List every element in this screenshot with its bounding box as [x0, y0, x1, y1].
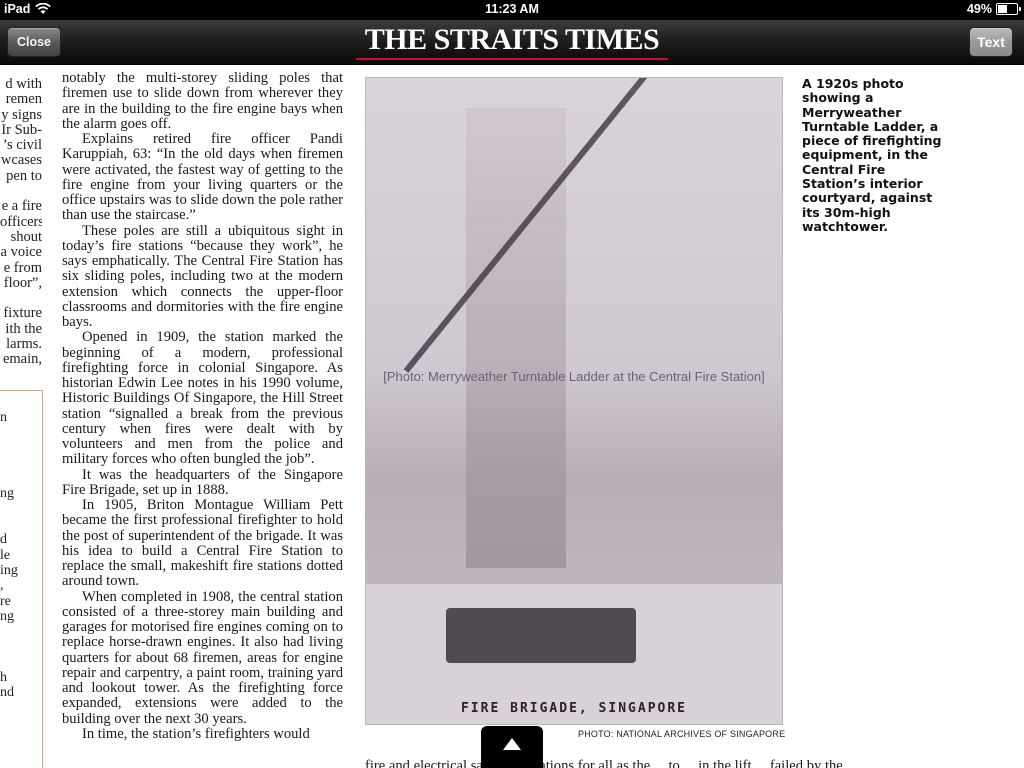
close-button[interactable]: Close [7, 27, 61, 57]
fragment-line: emain, [2, 351, 42, 368]
fragment-line: pen to [6, 167, 42, 184]
photo-tower-shape [466, 108, 566, 568]
sidebar-fragment-line: ng [0, 486, 14, 502]
article-paragraph: In 1905, Briton Montague William Pett be… [62, 497, 343, 590]
article-paragraph: These poles are still a ubiquitous sight… [62, 222, 343, 330]
sidebar-fragment-line [0, 655, 40, 670]
fragment-line: ith the [5, 320, 42, 337]
photo-placeholder-label: [Photo: Merryweather Turntable Ladder at… [383, 368, 765, 384]
article-paragraph: When completed in 1908, the central stat… [62, 588, 343, 727]
sidebar-fragment-line: , [0, 578, 4, 594]
article-paragraph: It was the headquarters of the Singapore… [62, 466, 343, 498]
fragment-line: e from [3, 259, 42, 276]
sidebar-fragment-line: le [0, 547, 11, 563]
fragment-line: y signs [1, 106, 42, 123]
sidebar-fragment-line: n [0, 410, 7, 425]
photo-caption: A 1920s photo showing a Merryweather Tur… [802, 76, 942, 234]
fragment-line: fixture [3, 305, 42, 322]
status-time: 11:23 AM [485, 2, 539, 16]
sidebar-fragment-line [0, 624, 40, 639]
fragment-line: wcases [0, 152, 42, 169]
fragment-line: officers [0, 213, 42, 230]
fragment-line: Ir Sub- [1, 121, 42, 138]
battery-percent: 49% [966, 2, 992, 16]
photo-truck-shape [446, 608, 636, 663]
fragment-line [0, 184, 42, 199]
photo-credit: PHOTO: NATIONAL ARCHIVES OF SINGAPORE [578, 729, 786, 739]
article-paragraph: notably the multi-storey sliding poles t… [62, 70, 343, 132]
next-column-fragment: fire and electrical safety regulations f… [365, 759, 858, 768]
page-up-tab[interactable] [481, 726, 543, 768]
photo-inscription: FIRE BRIGADE, SINGAPORE [460, 701, 687, 716]
sidebar-fragment: n ng d le ing, re ng h nd [0, 410, 40, 701]
article-paragraph: In time, the station’s firefighters woul… [82, 725, 310, 742]
masthead: THE STRAITS TIMES [356, 23, 668, 60]
reader-toolbar: Close THE STRAITS TIMES Text [0, 20, 1024, 65]
sidebar-fragment-line [0, 456, 40, 471]
sidebar-fragment-line: h [0, 670, 7, 686]
fragment-line: floor”, [3, 274, 42, 291]
sidebar-fragment-line [0, 441, 40, 456]
sidebar-fragment-line: re [0, 593, 11, 609]
status-right: 49% [966, 2, 1021, 16]
sidebar-fragment-line [0, 502, 40, 517]
fragment-line: e a fire [1, 198, 42, 215]
sidebar-fragment-line: nd [0, 685, 14, 701]
fragment-line: a voice [0, 244, 42, 261]
sidebar-fragment-line: ng [0, 608, 14, 624]
article-photo[interactable]: [Photo: Merryweather Turntable Ladder at… [365, 77, 783, 725]
fragment-line: ’s civil [2, 137, 42, 154]
sidebar-fragment-line [0, 425, 40, 440]
sidebar-fragment-line: d [0, 532, 7, 548]
masthead-title: THE STRAITS TIMES [364, 23, 660, 56]
sidebar-fragment-line [0, 639, 40, 654]
masthead-rule [356, 58, 668, 60]
article-paragraph: Opened in 1909, the station marked the b… [62, 329, 343, 468]
text-view-button[interactable]: Text [969, 27, 1013, 57]
status-bar: iPad 11:23 AM 49% [0, 0, 1024, 20]
article-page[interactable]: d with remen y signs Ir Sub-’s civil wcases p… [0, 65, 1024, 768]
fragment-line: larms. [6, 336, 42, 353]
sidebar-fragment-line: ing [0, 562, 18, 578]
fragment-line: shout [10, 228, 42, 245]
fragment-line: d with [5, 77, 42, 92]
battery-icon [996, 3, 1021, 15]
sidebar-fragment-line [0, 517, 40, 532]
previous-column-fragment: d with remen y signs Ir Sub-’s civil wcases p… [0, 77, 42, 368]
sidebar-fragment-line [0, 471, 40, 486]
article-column: notably the multi-storey sliding poles t… [62, 70, 343, 742]
fragment-line [0, 291, 42, 306]
fragment-line: remen [5, 91, 42, 108]
chevron-up-icon [503, 738, 521, 750]
article-paragraph: Explains retired fire officer Pandi Karu… [62, 131, 343, 224]
